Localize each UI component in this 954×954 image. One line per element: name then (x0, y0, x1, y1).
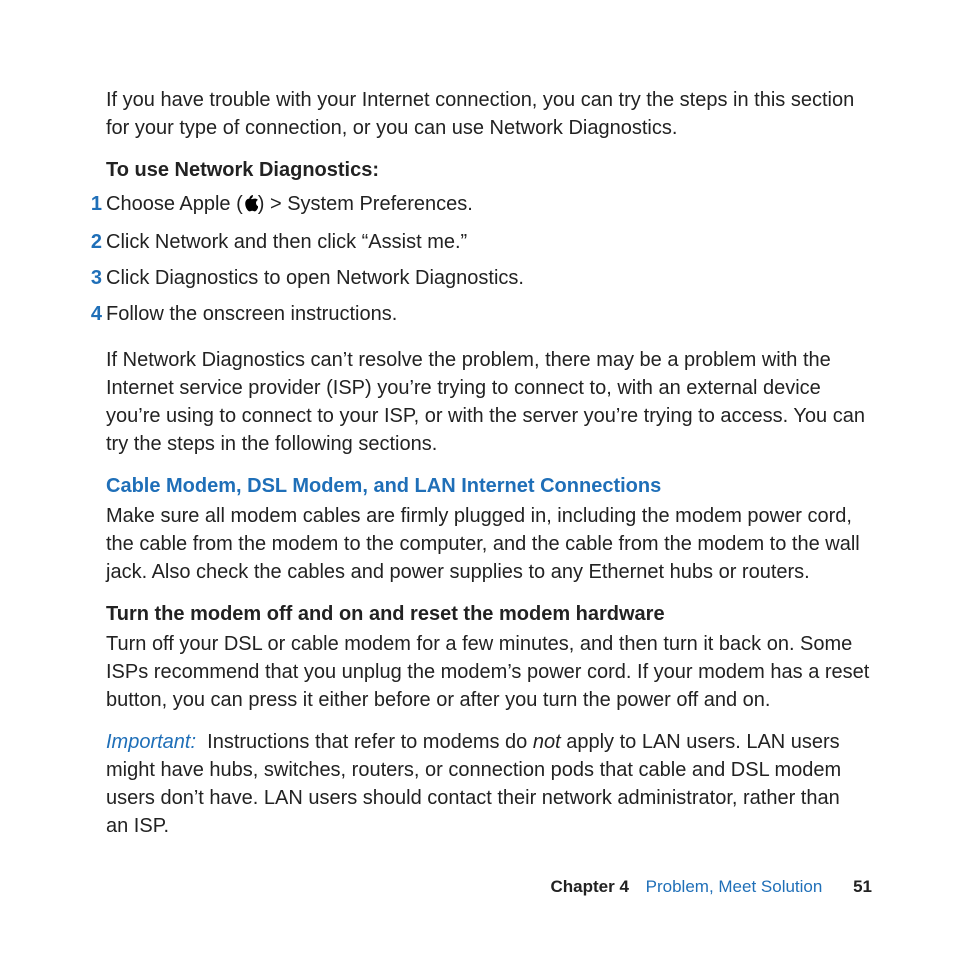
step-item: 4 Follow the onscreen instructions. (106, 296, 872, 332)
reset-modem-body: Turn off your DSL or cable modem for a f… (106, 630, 872, 714)
intro-paragraph: If you have trouble with your Internet c… (106, 86, 872, 142)
step-number: 3 (82, 264, 102, 292)
important-text-pre: Instructions that refer to modems do (207, 731, 533, 753)
step-text-post: ) > System Preferences. (258, 193, 473, 215)
important-label: Important: (106, 731, 207, 753)
important-not-emphasis: not (533, 731, 561, 753)
step-text: Follow the onscreen instructions. (106, 303, 397, 325)
step-text: Choose Apple ( ) > System Preferences. (106, 193, 473, 215)
diagnostics-steps-list: 1 Choose Apple () > System Preferences. … (106, 186, 872, 332)
diagnostics-followup-paragraph: If Network Diagnostics can’t resolve the… (106, 346, 872, 458)
step-text: Click Network and then click “Assist me.… (106, 231, 467, 253)
step-number: 1 (82, 190, 102, 218)
step-item: 2 Click Network and then click “Assist m… (106, 224, 872, 260)
step-item: 1 Choose Apple () > System Preferences. (106, 186, 872, 224)
step-item: 3 Click Diagnostics to open Network Diag… (106, 260, 872, 296)
step-number: 4 (82, 300, 102, 328)
step-number: 2 (82, 228, 102, 256)
page-footer: Chapter 4 Problem, Meet Solution 51 (550, 875, 872, 899)
reset-modem-heading: Turn the modem off and on and reset the … (106, 600, 872, 628)
step-text: Click Diagnostics to open Network Diagno… (106, 267, 524, 289)
document-page: If you have trouble with your Internet c… (0, 0, 954, 954)
cable-modem-body: Make sure all modem cables are firmly pl… (106, 502, 872, 586)
cable-modem-heading: Cable Modem, DSL Modem, and LAN Internet… (106, 472, 872, 500)
apple-logo-icon (243, 192, 258, 220)
important-note: Important: Instructions that refer to mo… (106, 728, 872, 840)
chapter-title: Problem, Meet Solution (646, 877, 823, 896)
page-number: 51 (853, 877, 872, 896)
chapter-label: Chapter 4 (550, 877, 628, 896)
step-text-pre: Choose Apple ( (106, 193, 243, 215)
diagnostics-heading: To use Network Diagnostics: (106, 156, 872, 184)
